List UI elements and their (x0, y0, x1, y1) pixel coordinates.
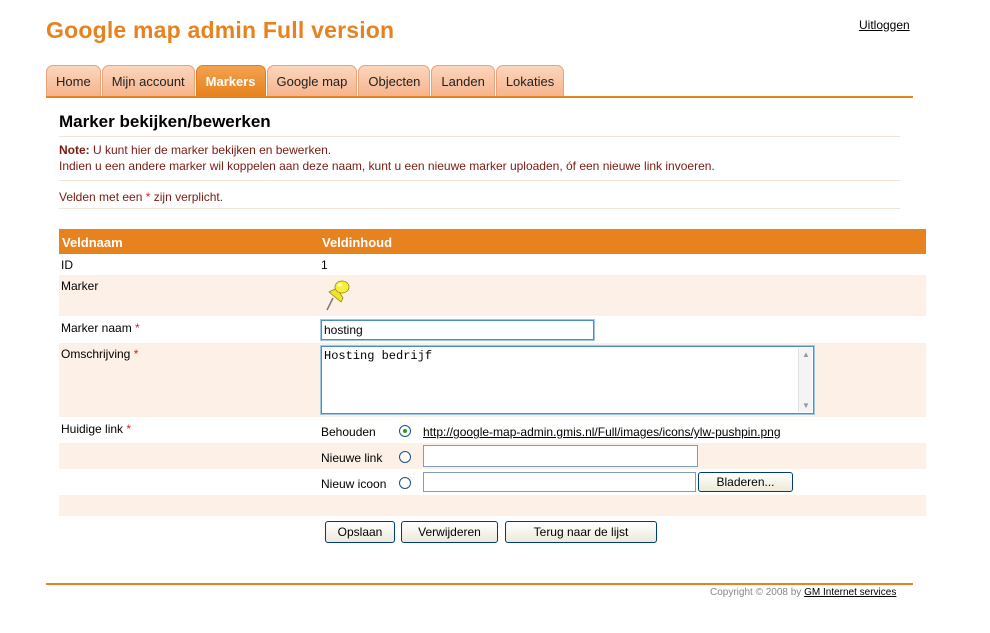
tab-landen[interactable]: Landen (431, 65, 495, 96)
desc-label-text: Omschrijving (61, 347, 131, 361)
link-label-text: Huidige link (61, 422, 124, 436)
marker-form-table: Veldnaam Veldinhoud ID 1 Marker Marker n… (59, 229, 926, 516)
delete-button[interactable]: Verwijderen (401, 521, 498, 543)
new-icon-radio[interactable] (399, 477, 411, 489)
required-prefix: Velden met een (59, 190, 146, 204)
yellow-pushpin-icon (323, 278, 351, 315)
new-link-label: Nieuwe link (321, 451, 383, 465)
note-divider (59, 180, 900, 181)
row-description: Omschrijving * Hosting bedrijf ▲ ▼ (59, 343, 926, 417)
browse-button[interactable]: Bladeren... (698, 472, 793, 492)
description-textarea-wrap: Hosting bedrijf ▲ ▼ (321, 346, 814, 414)
header-veldnaam: Veldnaam (62, 235, 123, 250)
tab-google-map[interactable]: Google map (266, 65, 358, 96)
tab-objecten[interactable]: Objecten (358, 65, 431, 96)
keep-radio[interactable] (399, 425, 411, 437)
marker-label: Marker (61, 279, 99, 293)
name-required-star: * (135, 321, 140, 335)
required-divider (59, 208, 900, 209)
tab-markers[interactable]: Markers (195, 65, 266, 96)
heading-divider (59, 136, 900, 137)
row-marker-name: Marker naam * (59, 316, 926, 343)
id-label: ID (61, 258, 73, 272)
link-required-star: * (126, 422, 132, 436)
name-label: Marker naam * (61, 321, 140, 335)
company-link[interactable]: GM Internet services (804, 587, 896, 598)
new-icon-label: Nieuw icoon (321, 477, 387, 491)
main-tabs: Home Mijn account Markers Google map Obj… (46, 65, 565, 96)
scroll-down-icon[interactable]: ▼ (802, 401, 810, 410)
tab-home[interactable]: Home (46, 65, 101, 96)
required-note: Velden met een * zijn verplicht. (59, 190, 223, 204)
note-label: Note: (59, 143, 90, 157)
new-link-radio[interactable] (399, 451, 411, 463)
new-icon-file-input[interactable] (423, 472, 696, 492)
scroll-up-icon[interactable]: ▲ (802, 350, 810, 359)
save-button[interactable]: Opslaan (325, 521, 395, 543)
note-line-1: U kunt hier de marker bekijken en bewerk… (89, 143, 332, 157)
row-new-link: Nieuwe link (59, 443, 926, 469)
marker-name-input[interactable] (321, 320, 594, 340)
copyright-text: Copyright © 2008 by (710, 587, 805, 598)
row-id: ID 1 (59, 254, 926, 275)
header-veldinhoud: Veldinhoud (322, 235, 393, 250)
note-line-2: Indien u een andere marker wil koppelen … (59, 159, 715, 173)
desc-required-star: * (133, 347, 139, 361)
id-value: 1 (321, 258, 328, 272)
row-spacer (59, 495, 926, 516)
textarea-scrollbar[interactable]: ▲ ▼ (798, 348, 812, 412)
tab-lokaties[interactable]: Lokaties (495, 65, 565, 96)
current-link-url[interactable]: http://google-map-admin.gmis.nl/Full/ima… (423, 425, 781, 439)
note-text: Note: U kunt hier de marker bekijken en … (59, 142, 919, 174)
row-new-icon: Nieuw icoon Bladeren... (59, 469, 926, 495)
row-marker: Marker (59, 275, 926, 316)
desc-label: Omschrijving * (61, 347, 138, 361)
footer-copyright: Copyright © 2008 by GM Internet services (710, 587, 896, 598)
row-current-link: Huidige link * Behouden http://google-ma… (59, 417, 926, 443)
table-header: Veldnaam Veldinhoud (59, 229, 926, 254)
link-label: Huidige link * (61, 422, 131, 436)
new-link-input[interactable] (423, 445, 698, 467)
tab-mijn-account[interactable]: Mijn account (101, 65, 195, 96)
tabs-divider (46, 96, 913, 98)
footer-divider (46, 583, 913, 585)
logout-link[interactable]: Uitloggen (859, 18, 910, 32)
description-textarea[interactable]: Hosting bedrijf (321, 346, 814, 414)
app-title: Google map admin Full version (46, 17, 395, 43)
required-suffix: zijn verplicht. (150, 190, 224, 204)
back-to-list-button[interactable]: Terug naar de lijst (505, 521, 657, 543)
name-label-text: Marker naam (61, 321, 132, 335)
keep-label: Behouden (321, 425, 376, 439)
page-heading: Marker bekijken/bewerken (59, 112, 271, 131)
